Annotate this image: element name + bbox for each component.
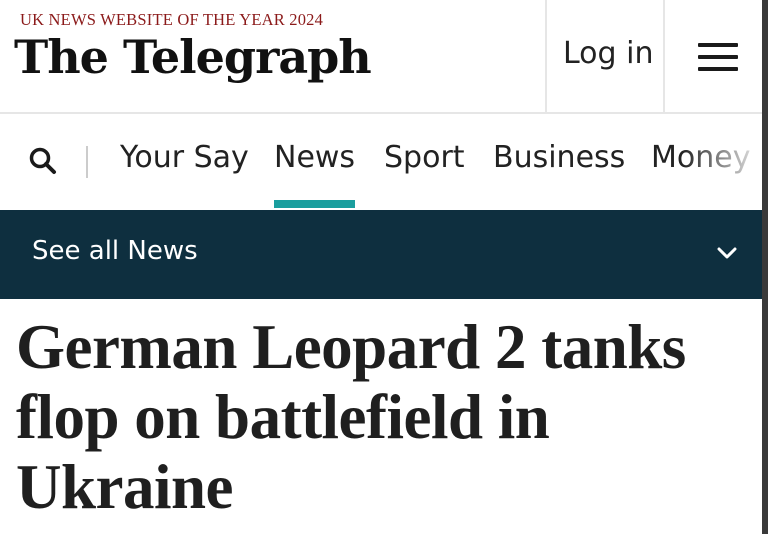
see-all-news-label: See all News xyxy=(32,236,198,266)
menu-button[interactable] xyxy=(668,0,762,112)
login-label: Log in xyxy=(563,36,654,71)
section-nav: Your Say News Sport Business Money xyxy=(0,114,762,210)
masthead: UK NEWS WEBSITE OF THE YEAR 2024 The Tel… xyxy=(0,0,762,114)
page: UK NEWS WEBSITE OF THE YEAR 2024 The Tel… xyxy=(0,0,768,534)
hamburger-menu-icon xyxy=(698,43,738,71)
nav-item-your-say[interactable]: Your Say xyxy=(120,140,249,175)
login-button[interactable]: Log in xyxy=(545,0,665,112)
see-all-news-dropdown[interactable]: See all News xyxy=(0,210,762,299)
window-edge xyxy=(762,0,768,534)
nav-item-sport[interactable]: Sport xyxy=(384,140,465,175)
search-icon[interactable] xyxy=(28,146,58,176)
nav-item-business[interactable]: Business xyxy=(493,140,625,175)
nav-divider xyxy=(86,146,88,178)
chevron-down-icon xyxy=(717,247,737,259)
nav-item-news[interactable]: News xyxy=(274,140,356,208)
telegraph-logo[interactable]: The Telegraph xyxy=(14,30,372,84)
award-banner: UK NEWS WEBSITE OF THE YEAR 2024 xyxy=(20,10,324,29)
nav-fade-overlay xyxy=(682,114,762,210)
article-headline[interactable]: German Leopard 2 tanks flop on battlefie… xyxy=(16,312,746,522)
